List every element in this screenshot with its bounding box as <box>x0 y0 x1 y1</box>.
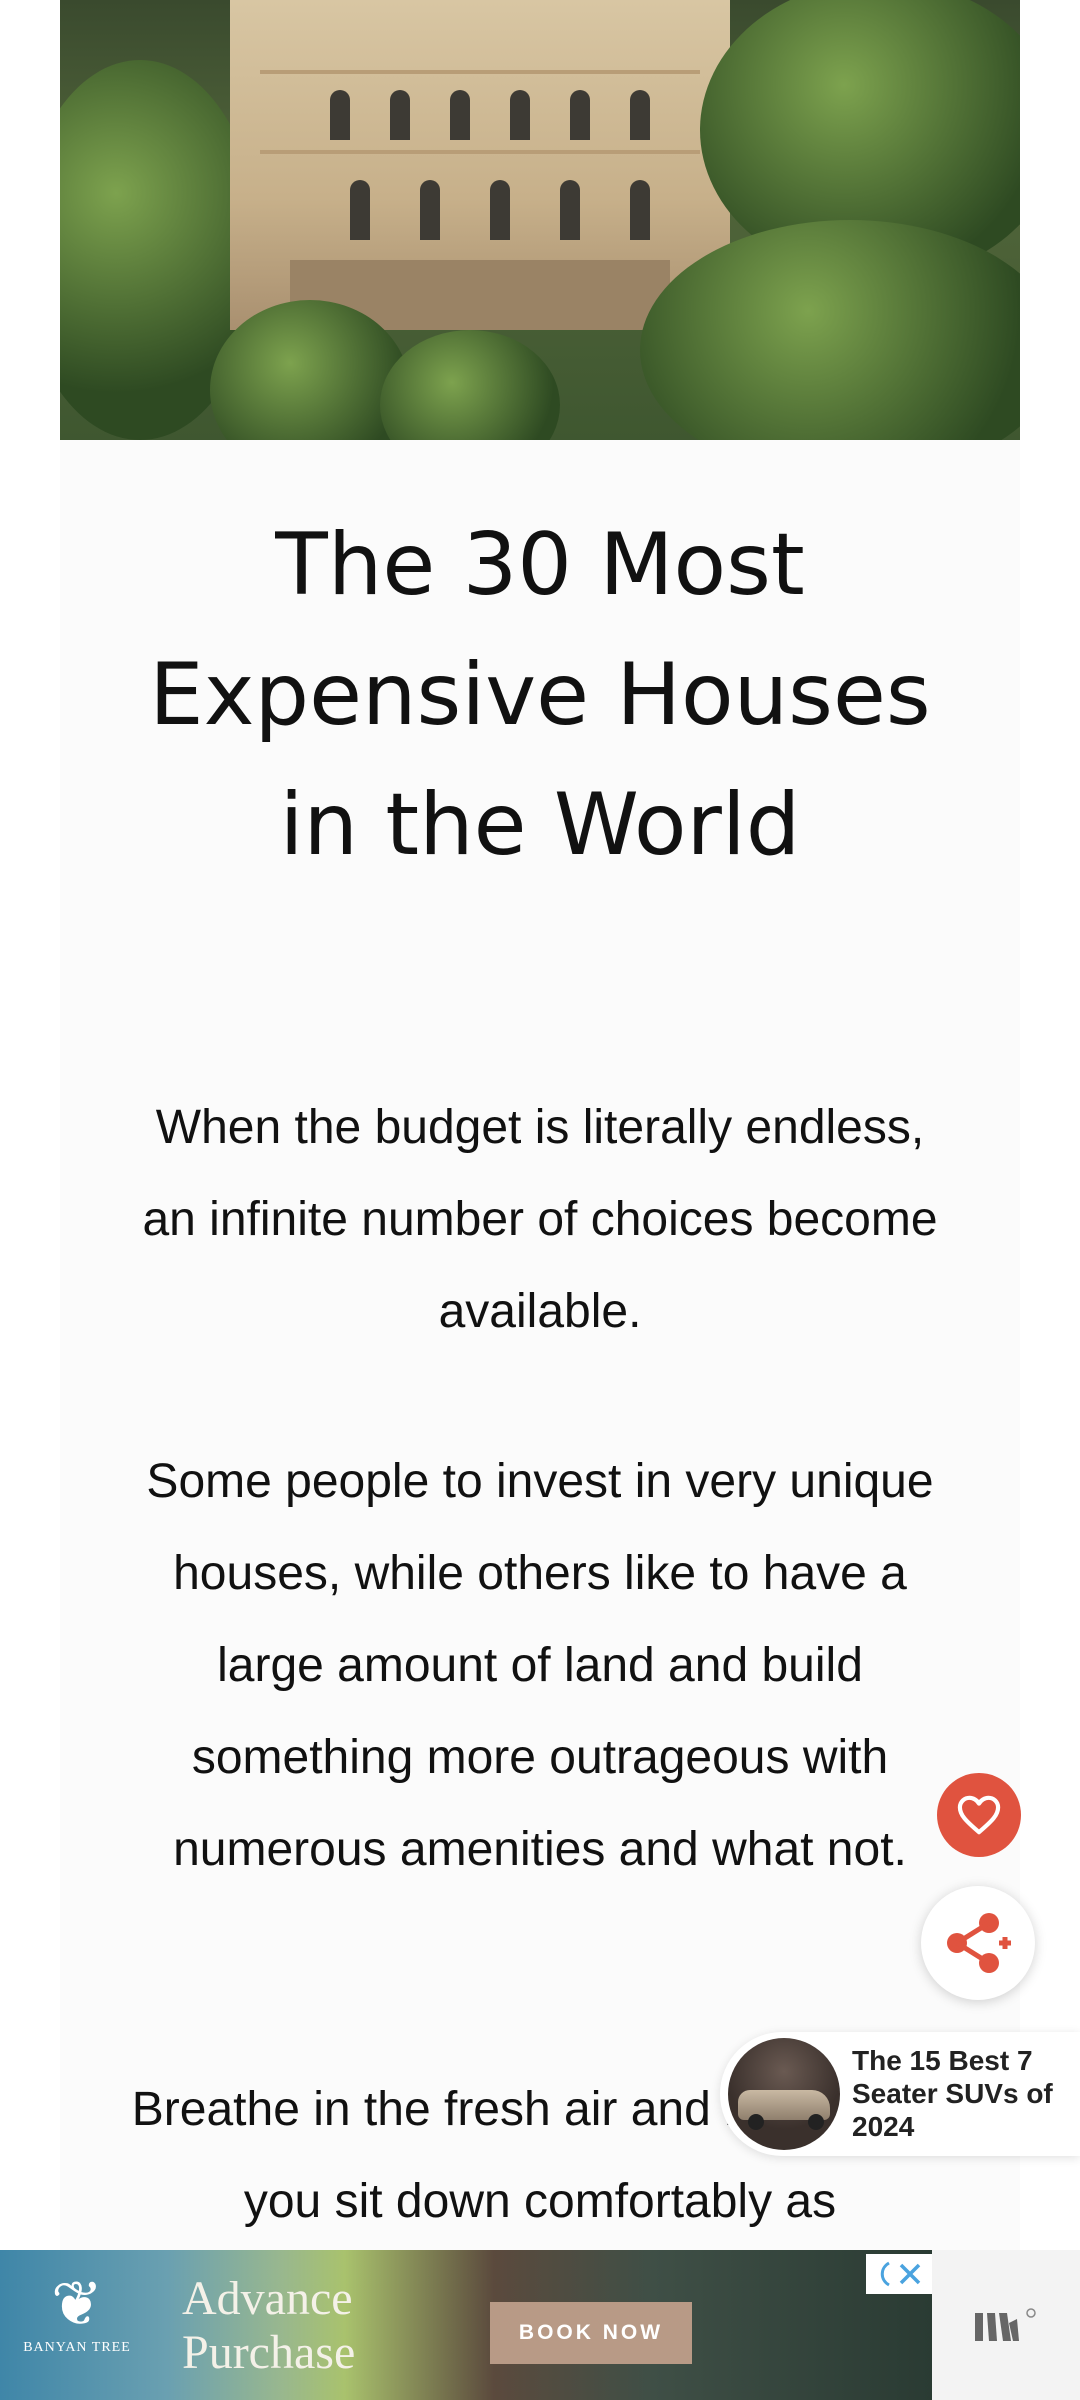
book-now-button[interactable]: BOOK NOW <box>490 2302 692 2364</box>
ad-info-icon <box>880 2261 890 2287</box>
favorite-button[interactable] <box>937 1773 1021 1857</box>
share-button[interactable] <box>921 1886 1035 2000</box>
close-icon <box>899 2263 921 2285</box>
tree-logo-icon: ❦ <box>51 2270 103 2339</box>
article-title: The 30 Most Expensive Houses in the Worl… <box>149 515 931 875</box>
promo-title: The 15 Best 7 Seater SUVs of 2024 <box>852 2045 1053 2142</box>
promo-thumbnail <box>728 2038 840 2150</box>
hero-image <box>60 0 1020 440</box>
ad-network-badge <box>932 2250 1080 2400</box>
ad-brand-logo: ❦ BANYAN TREE <box>23 2270 131 2355</box>
heart-icon <box>957 1795 1001 1835</box>
ad-headline: Advance Purchase <box>182 2272 356 2379</box>
article-paragraph-1: When the budget is literally endless, an… <box>142 1101 938 1338</box>
advertisement-banner[interactable]: ❦ BANYAN TREE Advance Purchase BOOK NOW <box>0 2250 932 2400</box>
ad-network-logo-icon <box>975 2308 1036 2341</box>
article-paragraph-2: Some people to invest in very unique hou… <box>146 1455 934 1876</box>
share-icon <box>947 1913 1011 1973</box>
recommended-article-card[interactable]: The 15 Best 7 Seater SUVs of 2024 <box>720 2032 1080 2156</box>
ad-close-button[interactable] <box>866 2254 932 2294</box>
